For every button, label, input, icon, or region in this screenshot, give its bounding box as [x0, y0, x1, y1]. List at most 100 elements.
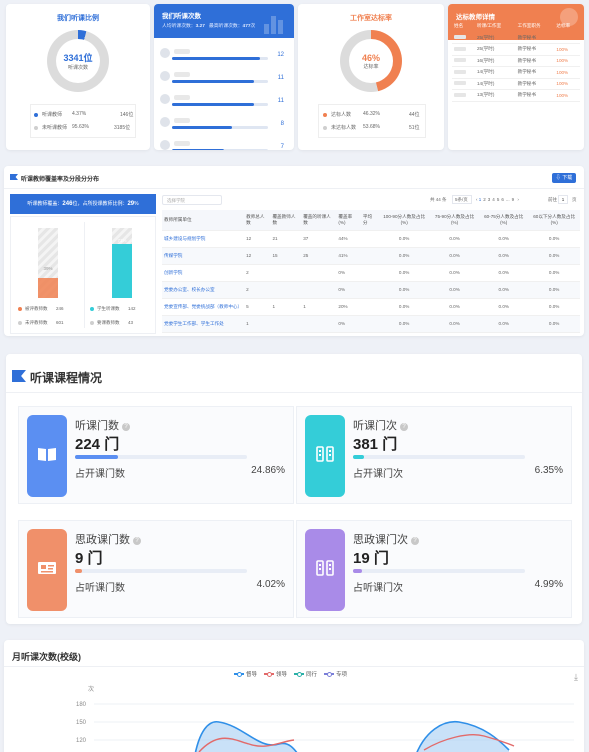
legend-label: 被评教师数	[25, 306, 48, 311]
stat-value: 19 门	[353, 550, 389, 567]
college-link[interactable]: 创新学院	[162, 264, 245, 282]
table-row[interactable]: 党委办公室、校长办公室 2 0% 0.0% 0.0% 0.0% 0.0%	[162, 281, 580, 299]
pager-input[interactable]: 1	[558, 195, 568, 204]
rank-bar	[172, 149, 268, 150]
column-header: 60以下分人数及占比(%)	[528, 210, 580, 231]
stat-progress	[75, 569, 247, 573]
table-cell: 0.0%	[378, 281, 430, 299]
pager-page[interactable]: 4	[492, 197, 495, 202]
legend-dot	[90, 307, 94, 311]
panel-header: 我们听课次数 人均听课次数：3.27 最高听课次数：477次	[154, 4, 294, 38]
table-cell: 0.0%	[479, 281, 529, 299]
rank-name	[174, 141, 190, 146]
legend-pct: 46.32%	[363, 111, 380, 117]
rank-value: 12	[277, 52, 284, 58]
id-card-icon	[37, 560, 57, 581]
table-row[interactable]: 14(学时) 教学秘书 100%	[452, 66, 580, 79]
pager-page[interactable]: ...	[506, 197, 510, 202]
table-row[interactable]: 25(学时) 教学秘书 100%	[452, 32, 580, 44]
table-cell: 12	[244, 247, 271, 265]
stat-label: 占听课门次	[353, 583, 403, 594]
table-row[interactable]: 城乡建设与规划学院 12 21 37 44% 0.0% 0.0% 0.0% 0.0%	[162, 230, 580, 248]
name-cell	[452, 78, 475, 90]
table-cell	[360, 247, 379, 265]
rank-value: 8	[280, 121, 284, 127]
table-cell: 25	[301, 247, 337, 265]
college-search-placeholder: 选择学院	[167, 198, 185, 203]
pager-page[interactable]: 9	[512, 197, 515, 202]
blurred-name	[454, 46, 466, 51]
help-icon[interactable]: ?	[133, 537, 141, 545]
college-link[interactable]: 党委宣传部、党委统战部（教师中心）	[162, 298, 245, 316]
help-icon[interactable]: ?	[122, 423, 130, 431]
table-row[interactable]: 25(学时) 教学秘书 100%	[452, 43, 580, 56]
blurred-name	[454, 92, 466, 97]
pager-page[interactable]: 3	[488, 197, 491, 202]
table-cell	[270, 264, 302, 282]
reach-rate-donut: 46% 达标率	[340, 30, 402, 92]
monthly-section: 月听课次数(校级) 督导 领导 同行 专项 ⤓ 次 180 150 120	[4, 640, 584, 752]
stat-label: 占听课门数	[75, 583, 125, 594]
help-icon[interactable]: ?	[411, 537, 419, 545]
rank-bar-fill	[172, 126, 232, 129]
pager-size-select[interactable]: 5条/页	[452, 195, 472, 204]
pager-page[interactable]: 6	[501, 197, 504, 202]
table-cell: 0.0%	[479, 315, 529, 333]
pager-page[interactable]: 2	[483, 197, 486, 202]
pagination: 共 44 条 5条/页 ‹ 1 2 3 4 5 6... 9 › 前往 1 页	[430, 195, 580, 205]
rate-cell: 100%	[554, 55, 580, 67]
help-icon[interactable]: ?	[400, 423, 408, 431]
stat-label: 占开课门次	[353, 469, 403, 480]
table-row[interactable]: 创新学院 2 0% 0.0% 0.0% 0.0% 0.0%	[162, 264, 580, 282]
table-cell: 0%	[336, 315, 361, 333]
detail-header: 工作室职务	[517, 23, 541, 28]
table-cell	[270, 315, 302, 333]
stat-card: 听课门次? 381 门占开课门次 6.35%	[296, 406, 572, 504]
count-cell: 14(学时)	[475, 66, 516, 79]
table-cell: 37	[301, 230, 337, 248]
stat-title: 思政课门次?	[353, 531, 419, 547]
college-link[interactable]: 党委办公室、校长办公室	[162, 281, 245, 299]
legend-dot	[34, 113, 38, 117]
rank-bar-fill	[172, 103, 254, 106]
table-cell: 0.0%	[378, 230, 430, 248]
rank-bar-fill	[172, 57, 261, 60]
table-row[interactable]: 传媒学院 12 15 25 41% 0.0% 0.0% 0.0% 0.0%	[162, 247, 580, 265]
legend-label: 未评教师数	[25, 320, 48, 325]
area-series	[195, 721, 297, 752]
rank-bar	[172, 57, 268, 60]
stat-title: 听课门数?	[75, 417, 130, 433]
stat-card: 听课门数? 224 门占开课门数 24.86%	[18, 406, 294, 504]
pager-page[interactable]: 5	[497, 197, 500, 202]
table-cell: 0.0%	[429, 298, 480, 316]
table-cell: 12	[244, 230, 271, 248]
book-icon	[37, 446, 57, 467]
college-link[interactable]: 城乡建设与规划学院	[162, 230, 245, 248]
panel-title: 我们听课次数	[162, 13, 201, 20]
table-cell: 0.0%	[378, 247, 430, 265]
columns-icon	[315, 445, 335, 468]
table-cell: 0.0%	[479, 298, 529, 316]
detail-header: 达标率	[556, 23, 571, 28]
table-row[interactable]: 党委宣传部、党委统战部（教师中心） 5 1 1 20% 0.0% 0.0% 0.0% 0.0%	[162, 298, 580, 316]
legend-value: 246	[56, 306, 64, 311]
college-search[interactable]: 选择学院	[162, 195, 222, 205]
rate-cell: 100%	[554, 32, 580, 44]
table-cell	[360, 230, 379, 248]
rate-cell: 100%	[554, 66, 580, 79]
stat-pct: 4.99%	[534, 579, 563, 590]
table-cell	[301, 315, 337, 333]
table-row[interactable]: 党委学生工作部、学生工作处 1 0% 0.0% 0.0% 0.0% 0.0%	[162, 315, 580, 333]
pager-page[interactable]: 1	[479, 197, 482, 202]
pager-goto: 前往	[548, 197, 557, 202]
stat-progress	[353, 455, 525, 459]
table-row[interactable]: 16(学时) 教学秘书 100%	[452, 55, 580, 67]
table-row[interactable]: 13(学时) 教学秘书 100%	[452, 89, 580, 102]
legend-count: 146位	[120, 112, 134, 118]
table-row[interactable]: 14(学时) 教学秘书 100%	[452, 78, 580, 90]
download-button[interactable]: ⇩ 下载	[552, 173, 576, 183]
college-link[interactable]: 党委学生工作部、学生工作处	[162, 315, 245, 333]
rank-value: 7	[280, 144, 284, 150]
detail-header: 听课/工作室	[477, 23, 502, 28]
college-link[interactable]: 传媒学院	[162, 247, 245, 265]
